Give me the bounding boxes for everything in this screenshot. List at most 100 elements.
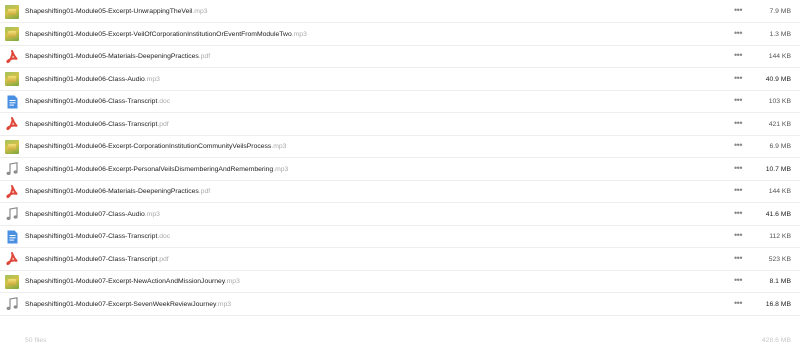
more-options-icon[interactable]: ••• bbox=[729, 180, 747, 201]
file-count: 50 files bbox=[25, 337, 47, 344]
file-row[interactable]: Shapeshifting01-Module06-Excerpt-Corpora… bbox=[0, 135, 800, 158]
pdf-icon-graphic bbox=[6, 252, 18, 266]
image-thumbnail-icon bbox=[5, 139, 19, 154]
music-note-icon-graphic bbox=[6, 297, 18, 310]
image-thumbnail-icon bbox=[5, 27, 19, 42]
file-name[interactable]: Shapeshifting01-Module07-Class-Audio.mp3 bbox=[25, 203, 160, 226]
file-name[interactable]: Shapeshifting01-Module07-Class-Transcrip… bbox=[25, 225, 170, 248]
more-options-icon[interactable]: ••• bbox=[729, 45, 747, 66]
more-options-icon[interactable]: ••• bbox=[729, 23, 747, 44]
more-options-icon[interactable]: ••• bbox=[729, 0, 747, 21]
image-thumbnail-icon-graphic bbox=[5, 274, 19, 289]
file-size: 41.6 MB bbox=[765, 210, 791, 218]
music-note-icon bbox=[5, 207, 19, 222]
file-name-base: Shapeshifting01-Module07-Class-Audio bbox=[25, 210, 145, 218]
file-name[interactable]: Shapeshifting01-Module06-Class-Audio.mp3 bbox=[25, 68, 160, 91]
file-name[interactable]: Shapeshifting01-Module05-Materials-Deepe… bbox=[25, 45, 210, 68]
file-size: 10.7 MB bbox=[765, 165, 791, 173]
file-size: 103 KB bbox=[768, 98, 791, 105]
file-size: 1.3 MB bbox=[769, 30, 791, 38]
more-options-icon[interactable]: ••• bbox=[729, 135, 747, 156]
file-size: 144 KB bbox=[768, 188, 791, 195]
file-extension: .doc bbox=[157, 98, 171, 105]
music-note-icon-graphic bbox=[6, 162, 18, 175]
file-extension: .mp3 bbox=[215, 300, 232, 308]
file-size: 40.9 MB bbox=[765, 75, 791, 83]
pdf-icon-graphic bbox=[6, 49, 18, 63]
more-options-icon[interactable]: ••• bbox=[729, 68, 747, 89]
file-name-base: Shapeshifting01-Module06-Class-Audio bbox=[25, 75, 145, 83]
pdf-icon bbox=[5, 184, 19, 199]
file-row[interactable]: Shapeshifting01-Module07-Excerpt-SevenWe… bbox=[0, 293, 800, 316]
file-size: 112 KB bbox=[769, 233, 791, 240]
file-name[interactable]: Shapeshifting01-Module06-Excerpt-Persona… bbox=[25, 158, 288, 181]
file-row[interactable]: Shapeshifting01-Module06-Class-Audio.mp3… bbox=[0, 68, 800, 91]
file-row[interactable]: Shapeshifting01-Module05-Excerpt-Unwrapp… bbox=[0, 0, 800, 23]
file-row[interactable]: Shapeshifting01-Module06-Excerpt-Persona… bbox=[0, 158, 800, 181]
file-name[interactable]: Shapeshifting01-Module07-Class-Transcrip… bbox=[25, 248, 169, 271]
image-thumbnail-icon-graphic bbox=[5, 72, 19, 86]
music-note-icon-graphic bbox=[6, 207, 18, 220]
file-row[interactable]: Shapeshifting01-Module06-Materials-Deepe… bbox=[0, 180, 800, 203]
file-name-base: Shapeshifting01-Module07-Excerpt-SevenWe… bbox=[25, 300, 216, 308]
pdf-icon-graphic bbox=[6, 117, 18, 131]
file-name-base: Shapeshifting01-Module06-Excerpt-Persona… bbox=[25, 165, 274, 173]
file-row[interactable]: Shapeshifting01-Module07-Class-Transcrip… bbox=[0, 225, 800, 248]
file-row[interactable]: Shapeshifting01-Module06-Class-Transcrip… bbox=[0, 90, 800, 113]
image-thumbnail-icon bbox=[5, 4, 19, 19]
more-options-icon[interactable]: ••• bbox=[729, 270, 747, 291]
file-list: Shapeshifting01-Module05-Excerpt-Unwrapp… bbox=[0, 0, 800, 316]
file-extension: .pdf bbox=[198, 188, 211, 195]
more-options-icon[interactable]: ••• bbox=[729, 90, 747, 111]
document-icon bbox=[5, 229, 19, 244]
file-row[interactable]: Shapeshifting01-Module05-Materials-Deepe… bbox=[0, 45, 800, 68]
file-name-base: Shapeshifting01-Module06-Materials-Deepe… bbox=[25, 188, 199, 195]
file-size: 144 KB bbox=[768, 53, 791, 60]
file-row[interactable]: Shapeshifting01-Module07-Excerpt-NewActi… bbox=[0, 270, 800, 293]
file-name[interactable]: Shapeshifting01-Module06-Class-Transcrip… bbox=[25, 113, 169, 136]
document-icon-graphic bbox=[7, 95, 17, 108]
file-row[interactable]: Shapeshifting01-Module06-Class-Transcrip… bbox=[0, 113, 800, 136]
more-options-icon[interactable]: ••• bbox=[729, 225, 747, 246]
more-options-icon[interactable]: ••• bbox=[729, 113, 747, 134]
file-name[interactable]: Shapeshifting01-Module06-Class-Transcrip… bbox=[25, 90, 170, 113]
file-row[interactable]: Shapeshifting01-Module07-Class-Transcrip… bbox=[0, 248, 800, 271]
file-name-base: Shapeshifting01-Module05-Excerpt-Unwrapp… bbox=[25, 8, 193, 15]
file-name-base: Shapeshifting01-Module07-Excerpt-NewActi… bbox=[25, 278, 225, 285]
file-name[interactable]: Shapeshifting01-Module07-Excerpt-SevenWe… bbox=[25, 293, 231, 316]
file-size: 16.8 MB bbox=[765, 300, 791, 308]
music-note-icon bbox=[5, 297, 19, 312]
total-size: 428.6 MB bbox=[761, 337, 791, 344]
more-options-icon[interactable]: ••• bbox=[729, 203, 747, 224]
file-name[interactable]: Shapeshifting01-Module05-Excerpt-Unwrapp… bbox=[25, 0, 208, 23]
file-extension: .pdf bbox=[198, 53, 211, 60]
image-thumbnail-icon-graphic bbox=[5, 139, 19, 154]
file-name-base: Shapeshifting01-Module06-Class-Transcrip… bbox=[25, 120, 158, 128]
file-name[interactable]: Shapeshifting01-Module06-Excerpt-Corpora… bbox=[25, 135, 286, 158]
file-name[interactable]: Shapeshifting01-Module06-Materials-Deepe… bbox=[25, 180, 210, 203]
document-icon bbox=[5, 94, 19, 109]
file-name-base: Shapeshifting01-Module07-Class-Transcrip… bbox=[25, 233, 158, 240]
document-icon-graphic bbox=[7, 230, 17, 243]
file-extension: .doc bbox=[157, 233, 171, 240]
image-thumbnail-icon bbox=[5, 72, 19, 87]
more-options-icon[interactable]: ••• bbox=[729, 158, 747, 179]
image-thumbnail-icon-graphic bbox=[5, 4, 19, 19]
file-extension: .mp3 bbox=[291, 30, 307, 38]
more-options-icon[interactable]: ••• bbox=[729, 293, 747, 314]
file-name[interactable]: Shapeshifting01-Module05-Excerpt-VeilOfC… bbox=[25, 23, 307, 46]
file-name[interactable]: Shapeshifting01-Module07-Excerpt-NewActi… bbox=[25, 270, 240, 293]
pdf-icon bbox=[5, 252, 19, 267]
file-size: 7.9 MB bbox=[769, 8, 791, 15]
pdf-icon bbox=[5, 49, 19, 64]
file-row[interactable]: Shapeshifting01-Module07-Class-Audio.mp3… bbox=[0, 203, 800, 226]
file-extension: .mp3 bbox=[192, 8, 208, 15]
file-name-base: Shapeshifting01-Module06-Class-Transcrip… bbox=[25, 98, 158, 105]
music-note-icon bbox=[5, 162, 19, 177]
file-size: 421 KB bbox=[768, 120, 791, 128]
file-row[interactable]: Shapeshifting01-Module05-Excerpt-VeilOfC… bbox=[0, 23, 800, 46]
more-options-icon[interactable]: ••• bbox=[729, 248, 747, 269]
file-extension: .mp3 bbox=[224, 278, 240, 285]
file-extension: .mp3 bbox=[271, 143, 287, 150]
file-size: 523 KB bbox=[768, 255, 791, 263]
